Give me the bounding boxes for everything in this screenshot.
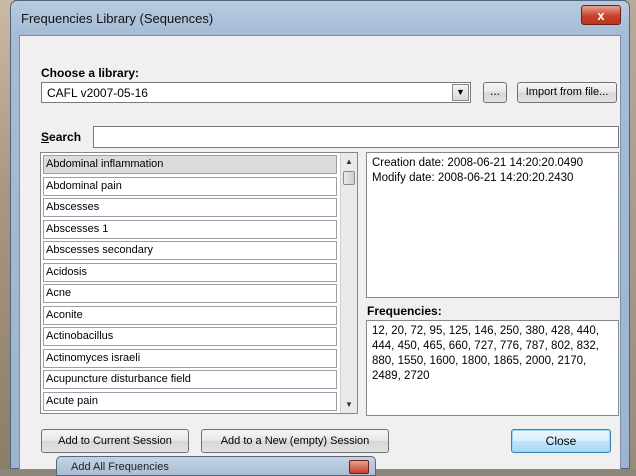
list-item[interactable]: Abscesses: [43, 198, 337, 217]
frequencies-label: Frequencies:: [367, 304, 442, 318]
chevron-down-icon[interactable]: ▼: [452, 84, 469, 101]
scrollbar-thumb[interactable]: [343, 171, 355, 185]
list-vertical-scrollbar[interactable]: ▲ ▼: [340, 153, 357, 413]
modify-date: Modify date: 2008-06-21 14:20:20.2430: [372, 172, 574, 184]
list-item[interactable]: Abdominal inflammation: [43, 155, 337, 174]
close-icon: x: [597, 8, 605, 23]
creation-date: Creation date: 2008-06-21 14:20:20.0490: [372, 157, 583, 169]
search-label: Search: [41, 130, 81, 144]
window-title: Frequencies Library (Sequences): [21, 11, 214, 26]
list-item[interactable]: Acupuncture disturbance field: [43, 370, 337, 389]
browse-button[interactable]: ...: [483, 82, 507, 103]
list-item[interactable]: Actinobacillus: [43, 327, 337, 346]
import-from-file-button[interactable]: Import from file...: [517, 82, 617, 103]
list-item[interactable]: Acne: [43, 284, 337, 303]
title-bar[interactable]: Frequencies Library (Sequences) x: [11, 1, 629, 35]
list-item[interactable]: Actinomyces israeli: [43, 348, 337, 368]
window-close-button[interactable]: x: [581, 5, 621, 25]
search-label-hotkey: S: [41, 130, 50, 144]
list-item[interactable]: Aconite: [43, 305, 337, 325]
list-item[interactable]: Acidosis: [43, 262, 337, 282]
sequence-details-box: Creation date: 2008-06-21 14:20:20.0490 …: [366, 152, 619, 298]
add-to-new-session-button[interactable]: Add to a New (empty) Session: [201, 429, 389, 453]
scroll-up-icon[interactable]: ▲: [341, 153, 357, 170]
close-button[interactable]: Close: [511, 429, 611, 453]
search-input[interactable]: [93, 126, 619, 148]
sequence-list[interactable]: Abdominal inflammation Abdominal pain Absc…: [40, 152, 358, 414]
add-frequencies-subwindow[interactable]: Add All Frequencies: [56, 456, 376, 476]
list-item[interactable]: Abscesses 1: [43, 219, 337, 239]
scroll-down-icon[interactable]: ▼: [341, 396, 357, 413]
list-item[interactable]: Abdominal pain: [43, 176, 337, 196]
search-label-rest: earch: [49, 130, 82, 144]
subwindow-close-icon[interactable]: [349, 460, 369, 474]
library-combobox[interactable]: CAFL v2007-05-16 ▼: [41, 82, 471, 103]
library-combobox-value: CAFL v2007-05-16: [47, 86, 148, 100]
subwindow-title: Add All Frequencies: [71, 461, 169, 473]
frequencies-library-window: Frequencies Library (Sequences) x Choose…: [10, 0, 630, 470]
list-item[interactable]: Acute pain: [43, 391, 337, 411]
choose-library-label: Choose a library:: [41, 66, 140, 80]
dialog-client-area: Choose a library: CAFL v2007-05-16 ▼ ...…: [19, 35, 621, 470]
frequencies-text-box[interactable]: 12, 20, 72, 95, 125, 146, 250, 380, 428,…: [366, 320, 619, 416]
add-to-current-session-button[interactable]: Add to Current Session: [41, 429, 189, 453]
list-item[interactable]: Abscesses secondary: [43, 241, 337, 260]
